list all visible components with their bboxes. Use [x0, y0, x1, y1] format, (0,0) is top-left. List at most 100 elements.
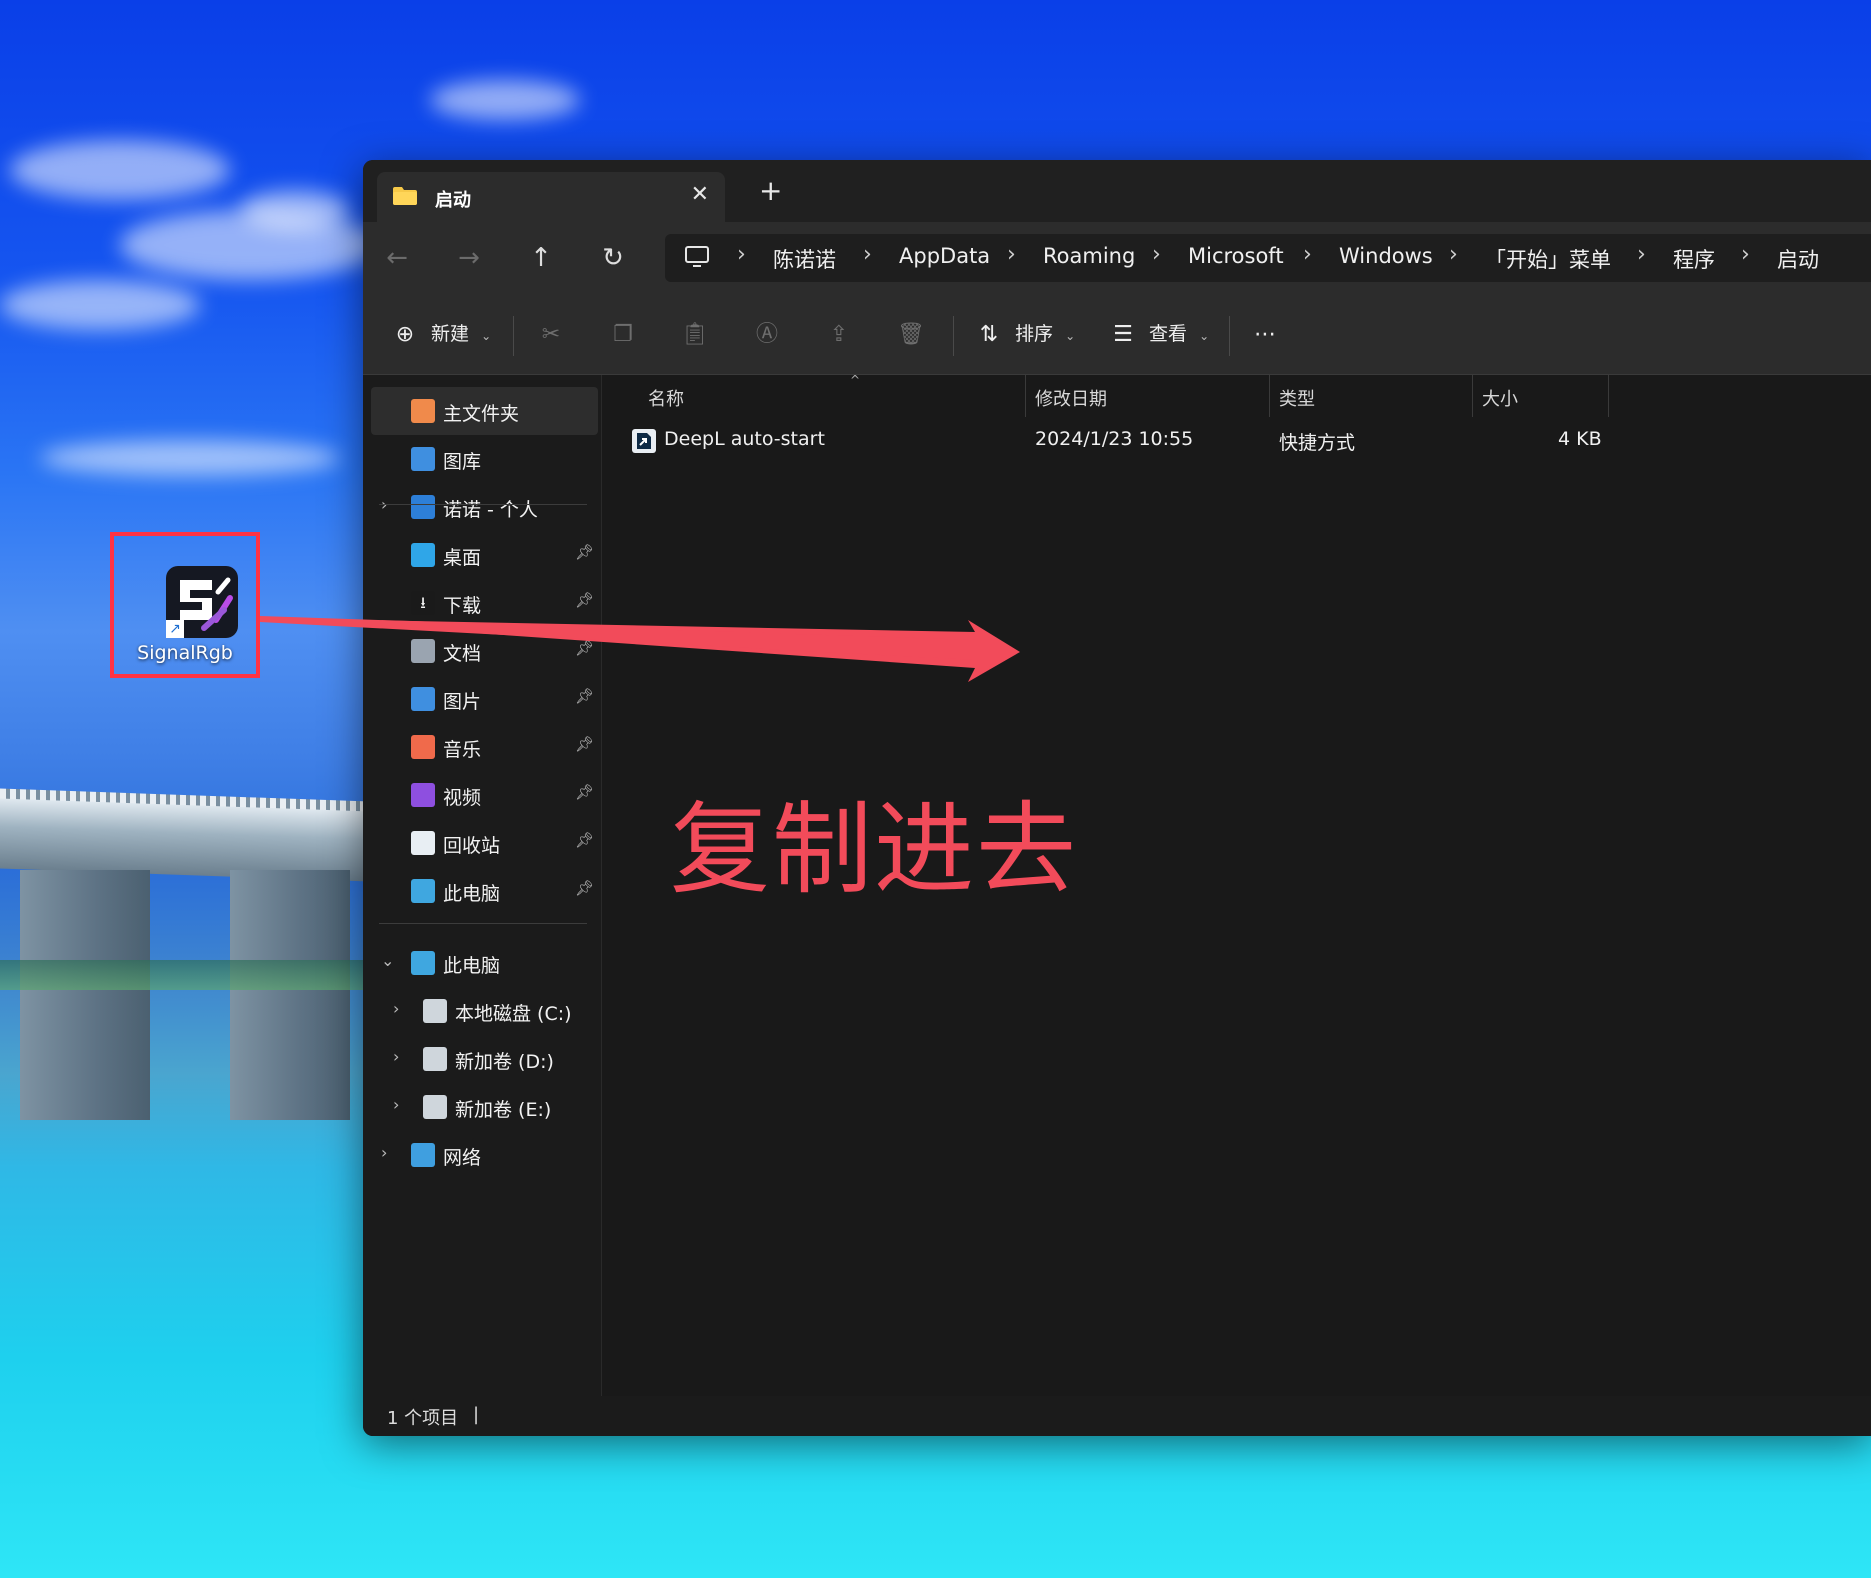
- pin-icon[interactable]: 📌︎: [575, 831, 594, 849]
- shortcut-arrow-icon: ↗: [166, 620, 184, 638]
- forward-arrow-icon[interactable]: →: [451, 240, 487, 276]
- status-divider: |: [473, 1404, 480, 1425]
- bridge-pier: [20, 870, 150, 1120]
- copy-button[interactable]: ❐: [609, 316, 637, 352]
- pin-icon[interactable]: 📌︎: [575, 543, 594, 561]
- chevron-down-icon[interactable]: ⌄: [381, 951, 394, 970]
- breadcrumb-programs[interactable]: 程序: [1673, 244, 1715, 274]
- sidebar-item-this-pc-root[interactable]: ⌄ 此电脑: [363, 939, 598, 987]
- pictures-icon: [411, 687, 435, 711]
- new-tab-icon[interactable]: +: [759, 177, 782, 205]
- column-divider: [1269, 375, 1270, 417]
- breadcrumb-windows[interactable]: Windows: [1339, 244, 1433, 268]
- column-divider: [1608, 375, 1609, 417]
- back-arrow-icon[interactable]: ←: [379, 240, 415, 276]
- file-row[interactable]: DeepL auto-start 2024/1/23 10:55 快捷方式 4 …: [622, 423, 1632, 459]
- sidebar-item-label: 下载: [443, 595, 482, 617]
- sidebar-item-documents[interactable]: 文档 📌︎: [363, 627, 598, 675]
- chevron-right-icon[interactable]: ›: [393, 1047, 399, 1066]
- breadcrumb-startup[interactable]: 启动: [1777, 244, 1819, 274]
- sidebar-item-desktop[interactable]: 桌面 📌︎: [363, 531, 598, 579]
- drive-icon: [423, 1047, 447, 1071]
- breadcrumb-user[interactable]: 陈诺诺: [773, 244, 836, 274]
- computer-icon: [411, 879, 435, 903]
- sidebar-item-label: 此电脑: [443, 883, 501, 905]
- shortcut-label: SignalRgb: [137, 642, 233, 664]
- sidebar-item-onedrive[interactable]: ›诺诺 - 个人: [363, 483, 598, 531]
- pin-icon[interactable]: 📌︎: [575, 735, 594, 753]
- column-name[interactable]: 名称: [648, 385, 684, 411]
- network-icon: [411, 1143, 435, 1167]
- address-bar[interactable]: › 陈诺诺 › AppData › Roaming › Microsoft › …: [665, 234, 1871, 282]
- paste-button[interactable]: 📋︎: [681, 316, 709, 352]
- sidebar-divider: [379, 504, 587, 505]
- refresh-icon[interactable]: ↻: [595, 240, 631, 276]
- pin-icon[interactable]: 📌︎: [575, 783, 594, 801]
- chevron-right-icon: ›: [1303, 242, 1312, 267]
- new-label: 新建: [431, 323, 470, 345]
- sidebar-item-label: 新加卷 (E:): [455, 1099, 552, 1121]
- pin-icon[interactable]: 📌︎: [575, 639, 594, 657]
- breadcrumb-start-menu[interactable]: 「开始」菜单: [1485, 244, 1611, 274]
- rename-button[interactable]: Ⓐ: [753, 316, 781, 352]
- sidebar-item-label: 文档: [443, 643, 482, 665]
- sidebar-item-drive-e[interactable]: › 新加卷 (E:): [363, 1083, 598, 1131]
- plus-circle-icon: ⊕: [395, 321, 415, 347]
- pin-icon[interactable]: 📌︎: [575, 879, 594, 897]
- monitor-icon: [685, 246, 709, 267]
- sidebar-item-videos[interactable]: 视频 📌︎: [363, 771, 598, 819]
- bridge-pier: [230, 870, 350, 1120]
- view-button[interactable]: ☰ 查看 ⌄: [1109, 316, 1209, 352]
- sidebar-item-this-pc[interactable]: 此电脑 📌︎: [363, 867, 598, 915]
- breadcrumb-microsoft[interactable]: Microsoft: [1188, 244, 1284, 268]
- sidebar-item-drive-d[interactable]: › 新加卷 (D:): [363, 1035, 598, 1083]
- breadcrumb-roaming[interactable]: Roaming: [1043, 244, 1135, 268]
- gallery-icon: [411, 447, 435, 471]
- delete-button[interactable]: 🗑︎: [897, 316, 925, 352]
- sidebar-item-home[interactable]: 主文件夹: [371, 387, 598, 435]
- column-size[interactable]: 大小: [1482, 385, 1518, 411]
- cut-button[interactable]: ✂: [537, 316, 565, 352]
- sidebar-item-gallery[interactable]: 图库: [363, 435, 598, 483]
- copy-icon: ❐: [613, 321, 633, 347]
- tab-startup[interactable]: 启动 ✕: [377, 172, 725, 222]
- pin-icon[interactable]: 📌︎: [575, 591, 594, 609]
- chevron-right-icon[interactable]: ›: [381, 1143, 387, 1162]
- up-arrow-icon[interactable]: ↑: [523, 240, 559, 276]
- cloud: [0, 280, 200, 330]
- sidebar-item-recycle-bin[interactable]: 回收站 📌︎: [363, 819, 598, 867]
- desktop-shortcut-signalrgb[interactable]: ↗ SignalRgb: [110, 532, 260, 678]
- chevron-right-icon[interactable]: ›: [393, 999, 399, 1018]
- chevron-right-icon[interactable]: ›: [393, 1095, 399, 1114]
- navigation-bar: ← → ↑ ↻ › 陈诺诺 › AppData › Roaming › Micr…: [363, 222, 1871, 294]
- chevron-right-icon: ›: [863, 242, 872, 267]
- sidebar-item-label: 回收站: [443, 835, 501, 857]
- sidebar-item-network[interactable]: › 网络: [363, 1131, 598, 1179]
- recycle-bin-icon: [411, 831, 435, 855]
- toolbar-divider: [953, 316, 954, 356]
- document-icon: [411, 639, 435, 663]
- column-type[interactable]: 类型: [1279, 385, 1315, 411]
- more-options-button[interactable]: ⋯: [1251, 316, 1279, 352]
- sort-button[interactable]: ⇅ 排序 ⌄: [975, 316, 1075, 352]
- pin-icon[interactable]: 📌︎: [575, 687, 594, 705]
- share-button[interactable]: ⇪: [825, 316, 853, 352]
- new-button[interactable]: ⊕ 新建 ⌄: [391, 316, 491, 352]
- rename-icon: Ⓐ: [755, 321, 778, 347]
- sidebar-item-pictures[interactable]: 图片 📌︎: [363, 675, 598, 723]
- sidebar-item-drive-c[interactable]: › 本地磁盘 (C:): [363, 987, 598, 1035]
- toolbar-divider: [513, 316, 514, 356]
- breadcrumb-appdata[interactable]: AppData: [899, 244, 990, 268]
- column-header-row: ^ 名称 修改日期 类型 大小: [602, 373, 1871, 417]
- sidebar-item-downloads[interactable]: ⭳ 下载 📌︎: [363, 579, 598, 627]
- cloud: [430, 80, 580, 120]
- sidebar-item-label: 网络: [443, 1147, 482, 1169]
- shoreline: [0, 960, 370, 990]
- sidebar-item-music[interactable]: 音乐 📌︎: [363, 723, 598, 771]
- file-type: 快捷方式: [1279, 432, 1356, 454]
- drive-icon: [423, 1095, 447, 1119]
- close-tab-icon[interactable]: ✕: [691, 182, 709, 207]
- video-icon: [411, 783, 435, 807]
- column-date-modified[interactable]: 修改日期: [1035, 385, 1107, 411]
- music-icon: [411, 735, 435, 759]
